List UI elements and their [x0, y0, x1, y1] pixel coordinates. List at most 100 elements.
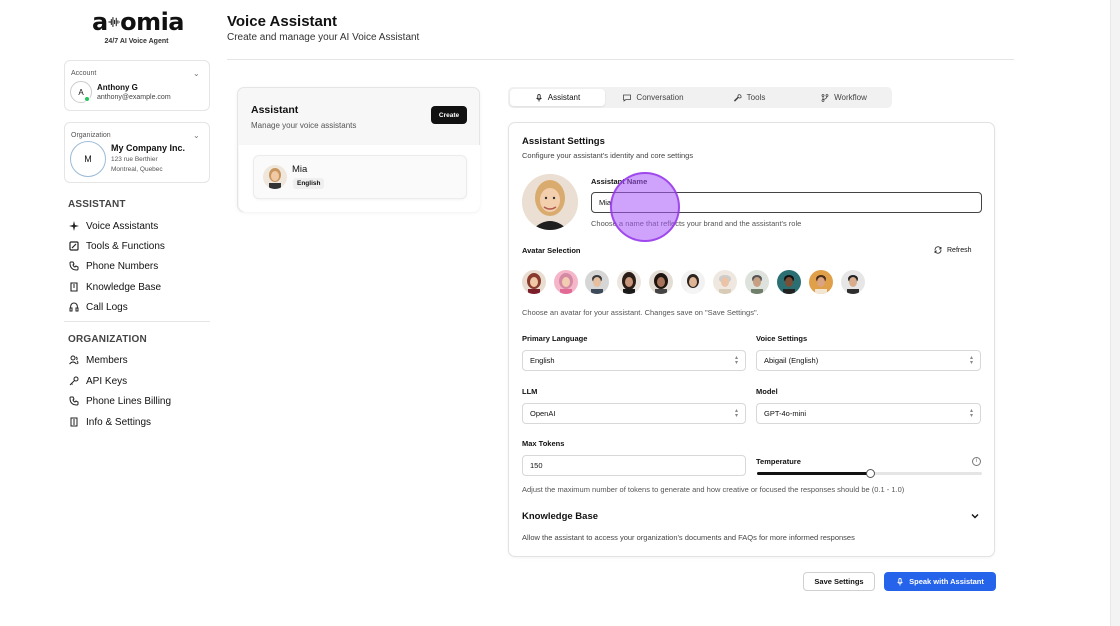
avatar-option[interactable] — [585, 270, 609, 294]
page-title: Voice Assistant — [227, 13, 338, 30]
select-arrows-icon: ▴ ▾ — [734, 408, 738, 419]
sidebar-item-phone-lines-billing[interactable]: Phone Lines Billing — [68, 393, 171, 409]
avatar-option[interactable] — [809, 270, 833, 294]
tab-assistant[interactable]: Assistant — [510, 89, 605, 106]
logo-text-left: a — [92, 8, 108, 36]
primary-language-select[interactable]: English ▴ ▾ — [522, 350, 746, 371]
temperature-slider-thumb[interactable] — [865, 469, 875, 478]
sidebar-item-label: Members — [86, 354, 128, 366]
speak-label: Speak with Assistant — [909, 577, 984, 586]
phone-billing-icon — [68, 395, 80, 407]
language-badge: English — [293, 178, 325, 189]
tab-workflow[interactable]: Workflow — [798, 89, 890, 106]
select-arrows-icon: ▴ ▾ — [969, 408, 973, 419]
sidebar-item-label: Voice Assistants — [86, 220, 159, 232]
chevron-down-icon: ⌄ — [193, 131, 200, 140]
tab-conversation[interactable]: Conversation — [606, 89, 701, 106]
sidebar-item-tools-functions[interactable]: Tools & Functions — [68, 238, 165, 254]
users-icon — [68, 354, 80, 366]
chevron-down-icon[interactable] — [970, 511, 980, 521]
organization-switcher[interactable]: Organization ⌄ M My Company Inc. 123 rue… — [64, 122, 210, 183]
select-arrows-icon: ▴ ▾ — [969, 355, 973, 366]
sidebar-item-label: API Keys — [86, 375, 128, 387]
avatar-option[interactable] — [745, 270, 769, 294]
llm-label: LLM — [522, 387, 538, 396]
settings-subtitle: Configure your assistant's identity and … — [522, 151, 694, 160]
assistant-list-header: Assistant Manage your voice assistants C… — [238, 88, 479, 145]
org-avatar: M — [70, 141, 106, 177]
tools-icon — [68, 240, 80, 252]
selected-avatar-image[interactable] — [522, 174, 578, 230]
avatar-option[interactable] — [713, 270, 737, 294]
organization-address-line1: 123 rue Berthier — [111, 156, 158, 163]
knowledge-base-title[interactable]: Knowledge Base — [522, 511, 598, 522]
speak-with-assistant-button[interactable]: Speak with Assistant — [884, 572, 996, 591]
sidebar-item-label: Knowledge Base — [86, 281, 162, 293]
chevron-down-icon: ⌄ — [193, 69, 200, 78]
model-label: Model — [756, 387, 778, 396]
sidebar-item-voice-assistants[interactable]: Voice Assistants — [68, 218, 158, 234]
temperature-slider-fill — [757, 472, 870, 475]
assistant-list-card: Assistant Manage your voice assistants C… — [237, 87, 480, 212]
refresh-icon — [934, 246, 942, 254]
assistant-settings-panel: Assistant Settings Configure your assist… — [508, 122, 995, 557]
book-icon — [68, 281, 80, 293]
sidebar-item-members[interactable]: Members — [68, 352, 128, 368]
header-divider — [227, 59, 1014, 60]
avatar-option[interactable] — [777, 270, 801, 294]
sidebar-item-phone-numbers[interactable]: Phone Numbers — [68, 258, 158, 274]
select-value: English — [530, 356, 555, 365]
avatar-option[interactable] — [649, 270, 673, 294]
temperature-slider[interactable] — [757, 469, 982, 478]
avatar-option[interactable] — [841, 270, 865, 294]
list-item[interactable]: Mia English — [253, 155, 467, 199]
tokens-temperature-hint: Adjust the maximum number of tokens to g… — [522, 485, 905, 494]
avatar-option[interactable] — [554, 270, 578, 294]
avatar-hint: Choose an avatar for your assistant. Cha… — [522, 308, 759, 317]
assistant-list-title: Assistant — [251, 104, 299, 116]
avatar-option[interactable] — [617, 270, 641, 294]
section-title-assistant: ASSISTANT — [68, 199, 126, 210]
assistant-name-input[interactable]: Mia — [591, 192, 982, 213]
select-value: Abigail (English) — [764, 356, 819, 365]
message-icon — [623, 94, 632, 102]
page-scrollbar[interactable] — [1110, 0, 1120, 626]
settings-tabs: Assistant Conversation Tools Workflow — [508, 87, 892, 108]
save-settings-button[interactable]: Save Settings — [803, 572, 875, 591]
llm-select[interactable]: OpenAI ▴ ▾ — [522, 403, 746, 424]
brand-tagline: 24/7 AI Voice Agent — [104, 38, 169, 45]
brand-logo[interactable]: a omia — [92, 8, 184, 36]
organization-label: Organization — [71, 132, 111, 139]
voice-settings-label: Voice Settings — [756, 334, 808, 343]
account-name: Anthony G — [97, 83, 138, 92]
sidebar-item-call-logs[interactable]: Call Logs — [68, 299, 128, 315]
model-select[interactable]: GPT-4o-mini ▴ ▾ — [756, 403, 981, 424]
temperature-label: Temperature — [756, 457, 801, 466]
sidebar-item-knowledge-base[interactable]: Knowledge Base — [68, 279, 161, 295]
create-button[interactable]: Create — [431, 106, 467, 124]
avatar-option[interactable] — [522, 270, 546, 294]
headset-icon — [68, 301, 80, 313]
avatar-option[interactable] — [681, 270, 705, 294]
logo-text-right: omia — [120, 8, 184, 36]
sidebar-item-api-keys[interactable]: API Keys — [68, 373, 127, 389]
voice-select[interactable]: Abigail (English) ▴ ▾ — [756, 350, 981, 371]
assistant-name-hint: Choose a name that reflects your brand a… — [591, 219, 802, 228]
tab-tools[interactable]: Tools — [702, 89, 797, 106]
online-status-dot — [84, 96, 90, 102]
info-icon[interactable]: i — [972, 457, 981, 466]
sidebar-item-info-settings[interactable]: Info & Settings — [68, 414, 151, 430]
max-tokens-label: Max Tokens — [522, 439, 565, 448]
primary-language-label: Primary Language — [522, 334, 588, 343]
assistant-list-body: Mia English — [239, 145, 480, 212]
refresh-label: Refresh — [947, 246, 972, 254]
sidebar-item-label: Phone Lines Billing — [86, 395, 172, 407]
settings-title: Assistant Settings — [522, 136, 605, 147]
sidebar: a omia 24/7 AI Voice Agent Account ⌄ A A… — [0, 0, 220, 626]
microphone-icon — [535, 93, 542, 101]
refresh-avatars-button[interactable]: Refresh — [934, 246, 972, 254]
tab-label: Assistant — [547, 93, 581, 102]
account-switcher[interactable]: Account ⌄ A Anthony G anthony@example.co… — [64, 60, 210, 111]
max-tokens-input[interactable]: 150 — [522, 455, 746, 476]
sidebar-divider — [64, 321, 210, 322]
